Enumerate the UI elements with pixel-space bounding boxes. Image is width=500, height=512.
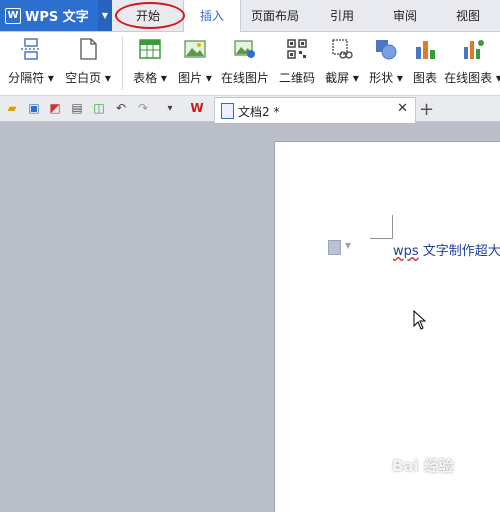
picture-label: 图片 ▾: [178, 71, 212, 85]
tab-page-layout[interactable]: 页面布局: [240, 0, 310, 31]
separator: [122, 36, 123, 90]
online-chart-label: 在线图表 ▾: [444, 71, 500, 85]
print-preview-icon[interactable]: ◫: [91, 100, 107, 116]
qrcode-button[interactable]: 二维码: [276, 32, 318, 95]
app-menu-button[interactable]: W WPS 文字 ▼: [0, 0, 112, 31]
qrcode-icon: [287, 39, 307, 59]
document-tab-name: 文档2 *: [238, 105, 280, 119]
tab-insert[interactable]: 插入: [183, 0, 241, 32]
ribbon-insert: 分隔符 ▾ 空白页 ▾ 表格 ▾ 图片 ▾ 在线图片 二维码 截屏 ▾ 形状 ▾…: [0, 32, 500, 96]
open-folder-icon[interactable]: ▰: [4, 100, 20, 116]
undo-icon[interactable]: ↶: [113, 100, 129, 116]
watermark: Bai 经验: [392, 457, 454, 475]
redo-icon[interactable]: ↷: [135, 100, 151, 116]
chart-icon: [416, 41, 435, 59]
picture-icon: [184, 40, 206, 58]
page-break-label: 分隔符 ▾: [8, 71, 54, 85]
screenshot-button[interactable]: 截屏 ▾: [320, 32, 364, 95]
paragraph-handle-icon[interactable]: [328, 240, 341, 255]
wps-logo-icon: W: [5, 7, 21, 24]
blank-page-label: 空白页 ▾: [65, 71, 111, 85]
blank-page-icon: [80, 38, 97, 60]
shape-button[interactable]: 形状 ▾: [366, 32, 406, 95]
margin-corner-mark: [392, 215, 393, 238]
blank-page-button[interactable]: 空白页 ▾: [62, 32, 114, 95]
table-icon: [139, 39, 161, 59]
new-tab-icon[interactable]: +: [419, 99, 434, 120]
table-label: 表格 ▾: [133, 71, 167, 85]
tab-review[interactable]: 审阅: [375, 0, 435, 31]
tab-references[interactable]: 引用: [312, 0, 372, 31]
online-picture-icon: [234, 40, 255, 58]
chevron-down-icon[interactable]: ▼: [98, 0, 112, 31]
document-tab[interactable]: 文档2 * ✕: [214, 97, 416, 123]
online-chart-icon: [464, 40, 484, 59]
online-picture-button[interactable]: 在线图片: [218, 32, 272, 95]
customize-dropdown-icon[interactable]: ▾: [162, 100, 178, 116]
screenshot-label: 截屏 ▾: [325, 71, 359, 85]
tab-view[interactable]: 视图: [438, 0, 498, 31]
table-button[interactable]: 表格 ▾: [128, 32, 172, 95]
online-chart-button[interactable]: 在线图表 ▾: [444, 32, 500, 95]
document-text[interactable]: wps 文字制作超大: [393, 240, 500, 259]
shape-label: 形状 ▾: [369, 71, 403, 85]
document-page[interactable]: [274, 141, 500, 512]
chevron-down-icon[interactable]: ▼: [345, 241, 351, 250]
print-icon[interactable]: ▤: [69, 100, 85, 116]
title-bar: W WPS 文字 ▼ 开始 插入 页面布局 引用 审阅 视图: [0, 0, 500, 32]
document-icon: [221, 103, 234, 119]
online-picture-label: 在线图片: [220, 71, 269, 85]
wps-cloud-icon[interactable]: W: [189, 100, 205, 116]
highlight-circle: [115, 2, 185, 29]
qrcode-label: 二维码: [278, 71, 315, 85]
page-break-button[interactable]: 分隔符 ▾: [4, 32, 58, 95]
screenshot-icon: [332, 39, 353, 59]
app-name: WPS 文字: [25, 10, 89, 25]
chart-label: 图表: [412, 71, 437, 85]
picture-button[interactable]: 图片 ▾: [174, 32, 216, 95]
shape-icon: [376, 40, 397, 60]
page-break-icon: [21, 38, 41, 60]
save-icon[interactable]: ▣: [26, 100, 42, 116]
close-icon[interactable]: ✕: [397, 101, 408, 116]
chart-button[interactable]: 图表: [408, 32, 442, 95]
mouse-pointer-icon: [413, 310, 427, 330]
export-pdf-icon[interactable]: ◩: [47, 100, 63, 116]
margin-corner-mark: [370, 238, 393, 239]
